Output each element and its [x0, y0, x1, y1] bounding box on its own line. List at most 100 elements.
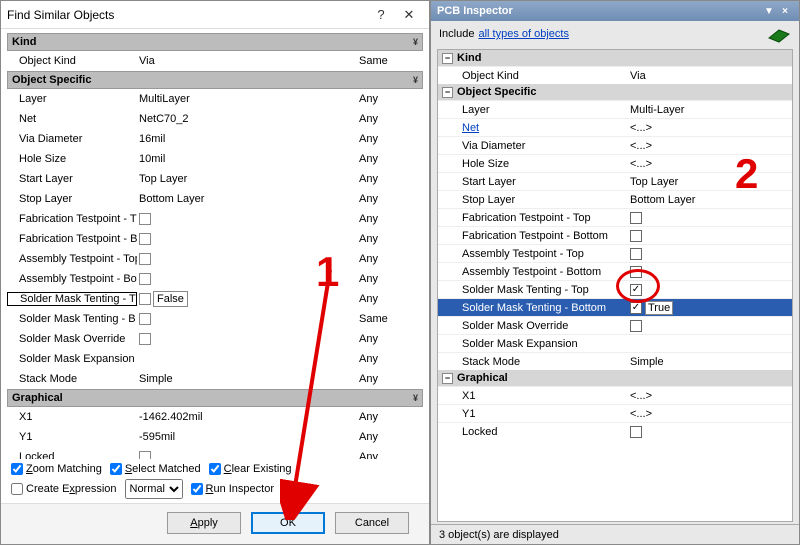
prow-asm-tp-bot[interactable]: Assembly Testpoint - Bottom — [438, 262, 792, 280]
checkbox[interactable] — [139, 333, 151, 345]
prop-value[interactable] — [628, 426, 792, 438]
prop-match[interactable]: Any — [355, 451, 423, 459]
row-fab-tp-bot[interactable]: Fabrication Testpoint - B Any — [7, 229, 423, 249]
checkbox[interactable] — [630, 266, 642, 278]
prow-fab-tp-top[interactable]: Fabrication Testpoint - Top — [438, 208, 792, 226]
prop-value[interactable] — [628, 212, 792, 224]
value-editor[interactable]: False — [153, 291, 188, 307]
prow-net[interactable]: Net <...> — [438, 118, 792, 136]
prop-match[interactable]: Any — [355, 153, 423, 165]
prow-object-kind[interactable]: Object Kind Via — [438, 66, 792, 84]
prow-locked[interactable]: Locked — [438, 422, 792, 440]
prop-value[interactable]: False — [137, 291, 355, 307]
prop-value[interactable]: 16mil — [137, 133, 355, 145]
prop-value[interactable]: Bottom Layer — [628, 194, 792, 206]
prop-match[interactable]: Any — [355, 173, 423, 185]
prop-value[interactable] — [628, 320, 792, 332]
prop-value[interactable]: Simple — [137, 373, 355, 385]
checkbox[interactable] — [139, 451, 151, 459]
row-y1[interactable]: Y1 -595mil Any — [7, 427, 423, 447]
psection-object-specific[interactable]: −Object Specific — [438, 84, 792, 100]
help-button[interactable]: ? — [367, 4, 395, 26]
row-x1[interactable]: X1 -1462.402mil Any — [7, 407, 423, 427]
prop-value[interactable]: Via — [137, 55, 355, 67]
row-object-kind[interactable]: Object Kind Via Same — [7, 51, 423, 71]
run-inspector-checkbox[interactable]: Run Inspector — [191, 483, 275, 495]
prop-value[interactable]: Via — [628, 70, 792, 82]
checkbox[interactable] — [139, 313, 151, 325]
prop-match[interactable]: Same — [355, 55, 423, 67]
row-locked[interactable]: Locked Any — [7, 447, 423, 459]
checkbox[interactable]: ✓ — [630, 302, 642, 314]
prop-match[interactable]: Any — [355, 253, 423, 265]
prop-value[interactable]: <...> — [628, 140, 792, 152]
section-kind[interactable]: Kind ¥ — [7, 33, 423, 51]
prop-match[interactable]: Any — [355, 333, 423, 345]
prop-value[interactable]: 10mil — [137, 153, 355, 165]
mask-mode-select[interactable]: Normal — [125, 479, 183, 499]
prow-via-diameter[interactable]: Via Diameter<...> — [438, 136, 792, 154]
checkbox[interactable]: ✓ — [630, 284, 642, 296]
prow-hole-size[interactable]: Hole Size<...> — [438, 154, 792, 172]
prop-value[interactable]: -595mil — [137, 431, 355, 443]
row-fab-tp-top[interactable]: Fabrication Testpoint - T Any — [7, 209, 423, 229]
include-link[interactable]: all types of objects — [478, 28, 569, 40]
prop-value[interactable] — [137, 233, 355, 245]
apply-button[interactable]: Apply — [167, 512, 241, 534]
row-smt-top[interactable]: Solder Mask Tenting - T False Any — [7, 289, 423, 309]
row-asm-tp-top[interactable]: Assembly Testpoint - Top Any — [7, 249, 423, 269]
prop-match[interactable]: Any — [355, 193, 423, 205]
prop-match[interactable]: Any — [355, 93, 423, 105]
checkbox[interactable] — [630, 320, 642, 332]
checkbox[interactable] — [630, 212, 642, 224]
section-object-specific[interactable]: Object Specific ¥ — [7, 71, 423, 89]
prop-value[interactable] — [137, 333, 355, 345]
prop-value[interactable]: <...> — [628, 158, 792, 170]
prow-sm-expansion[interactable]: Solder Mask Expansion — [438, 334, 792, 352]
prop-value[interactable] — [137, 313, 355, 325]
panel-dropdown-icon[interactable]: ▼ — [761, 6, 777, 17]
section-graphical[interactable]: Graphical ¥ — [7, 389, 423, 407]
row-asm-tp-bot[interactable]: Assembly Testpoint - Bot Any — [7, 269, 423, 289]
prop-value[interactable]: Top Layer — [137, 173, 355, 185]
checkbox[interactable] — [630, 248, 642, 260]
prow-x1[interactable]: X1<...> — [438, 386, 792, 404]
prow-stack-mode[interactable]: Stack ModeSimple — [438, 352, 792, 370]
psection-graphical[interactable]: −Graphical — [438, 370, 792, 386]
create-expression-checkbox[interactable]: Create Expression — [11, 483, 117, 495]
checkbox[interactable] — [630, 230, 642, 242]
checkbox[interactable] — [630, 426, 642, 438]
checkbox[interactable] — [139, 253, 151, 265]
prop-match[interactable]: Any — [355, 373, 423, 385]
prow-fab-tp-bot[interactable]: Fabrication Testpoint - Bottom — [438, 226, 792, 244]
row-sm-expansion[interactable]: Solder Mask Expansion Any — [7, 349, 423, 369]
panel-close-icon[interactable]: × — [777, 6, 793, 17]
zoom-matching-checkbox[interactable]: Zoom Matching — [11, 463, 102, 475]
prop-value[interactable]: Simple — [628, 356, 792, 368]
checkbox[interactable] — [139, 233, 151, 245]
prop-value[interactable] — [628, 248, 792, 260]
collapse-icon[interactable]: − — [442, 373, 453, 384]
prop-match[interactable]: Any — [355, 293, 423, 305]
prop-value[interactable]: <...> — [628, 390, 792, 402]
prop-match[interactable]: Any — [355, 431, 423, 443]
prop-match[interactable]: Same — [355, 313, 423, 325]
row-start-layer[interactable]: Start Layer Top Layer Any — [7, 169, 423, 189]
cancel-button[interactable]: Cancel — [335, 512, 409, 534]
prop-value[interactable] — [628, 266, 792, 278]
psection-kind[interactable]: −Kind — [438, 50, 792, 66]
prop-value[interactable] — [137, 253, 355, 265]
checkbox[interactable] — [139, 273, 151, 285]
net-link[interactable]: Net — [462, 122, 479, 134]
prop-value[interactable]: Bottom Layer — [137, 193, 355, 205]
row-hole-size[interactable]: Hole Size 10mil Any — [7, 149, 423, 169]
prow-start-layer[interactable]: Start LayerTop Layer — [438, 172, 792, 190]
checkbox[interactable] — [139, 293, 151, 305]
prop-match[interactable]: Any — [355, 273, 423, 285]
prop-value[interactable]: <...> — [628, 122, 792, 134]
prop-value[interactable]: ✓True — [628, 301, 792, 315]
prow-asm-tp-top[interactable]: Assembly Testpoint - Top — [438, 244, 792, 262]
prop-value[interactable]: MultiLayer — [137, 93, 355, 105]
prop-value[interactable]: ✓ — [628, 284, 792, 296]
prop-value[interactable] — [628, 230, 792, 242]
